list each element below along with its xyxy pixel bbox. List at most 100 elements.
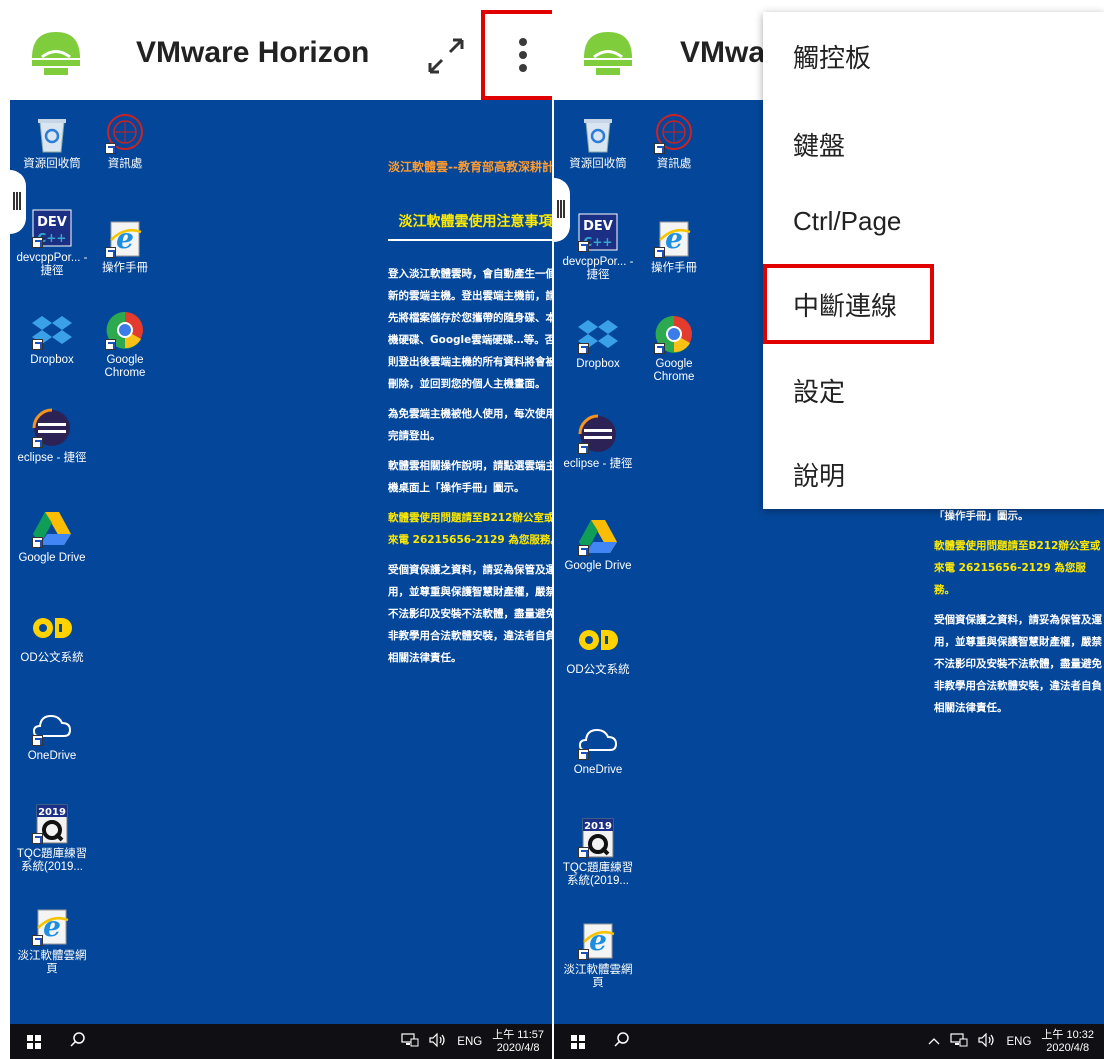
desktop-icon-eclipse[interactable]: eclipse - 捷徑 — [558, 414, 638, 471]
shortcut-icon — [32, 833, 43, 844]
shortcut-icon — [654, 143, 665, 154]
left-panel: VMware Horizon 資源回收筒 資訊處 DEV C++ devcppP… — [0, 0, 552, 1059]
icon-label: Google Chrome — [104, 354, 146, 379]
network-icon[interactable] — [950, 1033, 968, 1050]
desktop-icon-info-office[interactable]: 資訊處 — [634, 114, 714, 171]
google-drive-icon — [578, 516, 618, 556]
taskbar: ENG 上午 10:32 2020/4/8 — [554, 1024, 1104, 1059]
fullscreen-icon[interactable] — [426, 36, 466, 76]
start-tile — [579, 1043, 585, 1049]
volume-icon[interactable] — [978, 1032, 996, 1050]
desktop-icon-onedrive[interactable]: OneDrive — [558, 720, 638, 777]
icon-label: Google Drive — [18, 552, 86, 564]
desktop-icon-devcpp[interactable]: DEV C++ devcppPor... - 捷徑 — [558, 212, 638, 282]
icon-label: 操作手冊 — [651, 262, 697, 274]
shortcut-icon — [32, 537, 43, 548]
desktop-icon-onedrive[interactable]: OneDrive — [12, 706, 92, 763]
svg-text:DEV: DEV — [37, 215, 67, 230]
onedrive-icon — [578, 720, 618, 760]
desktop-icon-eclipse[interactable]: eclipse - 捷徑 — [12, 408, 92, 465]
language-indicator[interactable]: ENG — [457, 1036, 482, 1048]
onedrive-icon — [32, 706, 72, 746]
chevron-up-icon[interactable] — [928, 1036, 940, 1048]
app-title: VMwa — [680, 36, 766, 69]
start-tile — [35, 1043, 41, 1049]
desktop-icon-chrome[interactable]: Google Chrome — [85, 310, 165, 380]
desktop-icon-recycle-bin[interactable]: 資源回收筒 — [12, 114, 92, 171]
google-drive-icon — [32, 508, 72, 548]
notice-item: 為免雲端主機被他人使用，每次使用完請登出。 — [388, 408, 552, 442]
icon-label: 資訊處 — [656, 158, 692, 170]
app-bar: VMware Horizon — [0, 0, 552, 100]
desktop-icon-od[interactable]: OD公文系統 — [12, 608, 92, 665]
clock[interactable]: 上午 11:57 2020/4/8 — [492, 1029, 544, 1055]
icon-label: 淡江軟體雲網頁 — [17, 950, 87, 975]
desktop-icon-manual[interactable]: e 操作手冊 — [85, 218, 165, 275]
desktop-icon-devcpp[interactable]: DEV C++ devcppPor... - 捷徑 — [12, 208, 92, 278]
devcpp-icon: DEV C++ — [32, 208, 72, 248]
desktop-icon-recycle-bin[interactable]: 資源回收筒 — [558, 114, 638, 171]
icon-label: TQC題庫練習系統(2019... — [562, 862, 634, 887]
eclipse-icon — [578, 414, 618, 454]
icon-label: eclipse - 捷徑 — [17, 452, 87, 464]
desktop-icon-manual[interactable]: e 操作手冊 — [634, 218, 714, 275]
volume-icon[interactable] — [429, 1032, 447, 1050]
menu-item-keyboard[interactable]: 鍵盤 — [793, 126, 845, 163]
chrome-icon — [105, 310, 145, 350]
icon-label: OD公文系統 — [566, 664, 630, 676]
chrome-icon — [654, 314, 694, 354]
notice-panel: 淡江軟體雲--教育部高教深耕計畫補助專案 淡江軟體雲使用注意事項 登入淡江軟體雲… — [388, 158, 552, 677]
windows-start-icon[interactable] — [27, 1035, 41, 1049]
clock[interactable]: 上午 10:32 2020/4/8 — [1041, 1029, 1094, 1055]
desktop-icon-cloud-webpage[interactable]: e 淡江軟體雲網頁 — [12, 906, 92, 976]
od-icon — [578, 620, 618, 660]
tqc-badge: 2019 — [38, 807, 66, 818]
network-icon[interactable] — [401, 1033, 419, 1050]
icon-label: TQC題庫練習系統(2019... — [16, 848, 88, 873]
desktop-icon-cloud-webpage[interactable]: e 淡江軟體雲網頁 — [558, 920, 638, 990]
search-icon[interactable] — [70, 1032, 86, 1048]
menu-item-touchpad[interactable]: 觸控板 — [793, 38, 871, 75]
remote-desktop[interactable]: 資源回收筒 資訊處 DEV C++ devcppPor... - 捷徑 e 操作手… — [10, 100, 552, 1024]
desktop-icon-tqc[interactable]: 2019 TQC題庫練習系統(2019... — [558, 818, 638, 888]
windows-start-icon[interactable] — [571, 1035, 585, 1049]
menu-item-ctrl-page[interactable]: Ctrl/Page — [793, 206, 901, 237]
start-tile — [35, 1035, 41, 1041]
desktop-icon-chrome[interactable]: Google Chrome — [634, 314, 714, 384]
icon-label: Google Drive — [564, 560, 632, 572]
horizon-logo-icon — [28, 28, 84, 78]
internet-explorer-icon: e — [578, 920, 618, 960]
shortcut-icon — [654, 247, 665, 258]
more-vert-dot — [518, 51, 527, 59]
shortcut-icon — [105, 143, 116, 154]
shortcut-icon — [32, 935, 43, 946]
desktop-icon-tqc[interactable]: 2019 TQC題庫練習系統(2019... — [12, 804, 92, 874]
shortcut-icon — [32, 339, 43, 350]
desktop-icon-od[interactable]: OD公文系統 — [558, 620, 638, 677]
language-indicator[interactable]: ENG — [1006, 1036, 1031, 1048]
icon-label: devcppPor... - 捷徑 — [562, 256, 634, 281]
menu-item-help[interactable]: 說明 — [793, 456, 845, 493]
menu-item-settings[interactable]: 設定 — [793, 372, 845, 409]
more-options-button[interactable] — [481, 10, 552, 100]
desktop-icon-dropbox[interactable]: Dropbox — [12, 310, 92, 367]
start-tile — [27, 1043, 33, 1049]
recycle-bin-icon — [32, 114, 72, 154]
search-icon[interactable] — [614, 1032, 630, 1048]
icon-label: 操作手冊 — [102, 262, 148, 274]
desktop-icon-dropbox[interactable]: Dropbox — [558, 314, 638, 371]
icon-label: OneDrive — [573, 764, 623, 776]
svg-text:e: e — [589, 924, 607, 957]
desktop-icon-google-drive[interactable]: Google Drive — [558, 516, 638, 573]
disconnect-highlight-box — [763, 264, 934, 344]
seal-icon — [105, 114, 145, 154]
start-tile — [579, 1035, 585, 1041]
shortcut-icon — [578, 443, 589, 454]
icon-label: 資源回收筒 — [23, 158, 81, 170]
more-vert-dot — [518, 64, 527, 72]
desktop-icon-info-office[interactable]: 資訊處 — [85, 114, 165, 171]
svg-text:DEV: DEV — [583, 219, 613, 234]
desktop-icon-google-drive[interactable]: Google Drive — [12, 508, 92, 565]
shortcut-icon — [32, 437, 43, 448]
icon-label: 資源回收筒 — [569, 158, 627, 170]
